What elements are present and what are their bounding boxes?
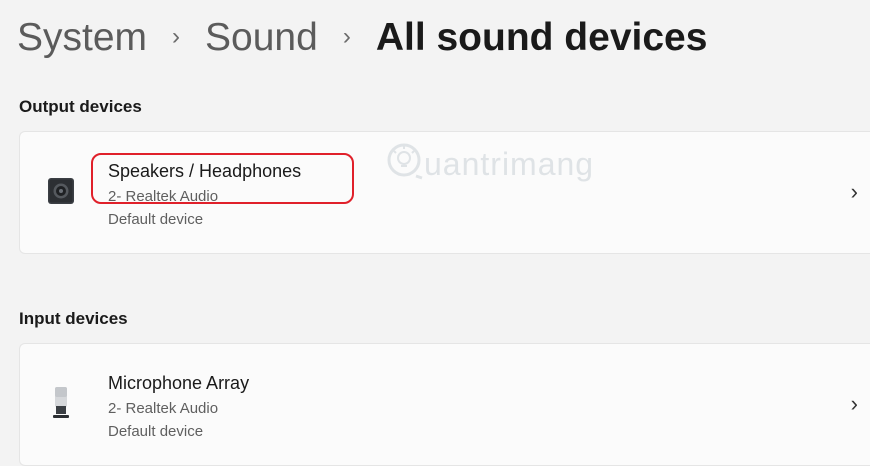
watermark-text: uantrimang <box>424 145 595 182</box>
breadcrumb: System › Sound › All sound devices <box>17 12 707 64</box>
chevron-right-icon[interactable]: › <box>851 391 858 417</box>
watermark: uantrimang <box>384 140 594 188</box>
page-title: All sound devices <box>375 16 708 59</box>
chevron-right-icon[interactable]: › <box>851 179 858 205</box>
lightbulb-logo-icon <box>384 140 424 188</box>
device-status: Default device <box>108 211 204 228</box>
device-name: Microphone Array <box>108 373 250 393</box>
breadcrumb-system[interactable]: System <box>17 12 147 64</box>
highlight-annotation <box>91 153 354 204</box>
speaker-icon <box>47 177 75 210</box>
input-device-card-microphone[interactable]: Microphone Array 2- Realtek Audio Defaul… <box>19 343 870 466</box>
breadcrumb-separator: › <box>172 23 181 50</box>
output-devices-heading: Output devices <box>19 97 142 116</box>
input-devices-heading: Input devices <box>19 309 128 328</box>
device-driver: 2- Realtek Audio <box>108 400 219 417</box>
breadcrumb-sound[interactable]: Sound <box>205 12 318 64</box>
breadcrumb-separator: › <box>342 23 351 50</box>
microphone-icon <box>52 385 70 426</box>
